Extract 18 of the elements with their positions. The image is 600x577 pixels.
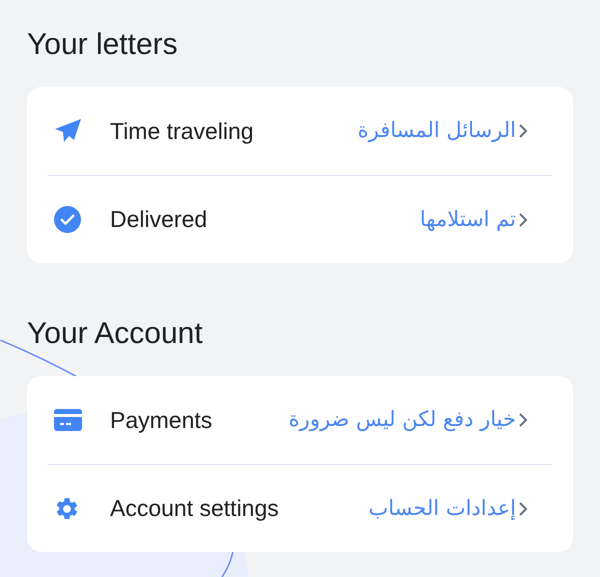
- paper-plane-icon: [54, 118, 82, 144]
- section-heading: Your Account: [27, 316, 204, 352]
- item-value: الرسائل المسافرة: [358, 117, 516, 144]
- credit-card-icon: [54, 409, 82, 431]
- check-circle-icon: [54, 206, 81, 233]
- chevron-right-icon: [518, 500, 528, 516]
- item-label: Account settings: [110, 494, 279, 524]
- settings-icon: [54, 496, 80, 522]
- section-heading: Your letters: [27, 27, 179, 63]
- chevron-right-icon: [518, 123, 528, 139]
- item-label: Delivered: [110, 205, 208, 234]
- item-label: Time traveling: [110, 116, 254, 146]
- item-value: تم استلامها: [420, 206, 516, 234]
- item-label: Payments: [110, 406, 212, 435]
- chevron-right-icon: [518, 412, 528, 428]
- chevron-right-icon: [518, 212, 528, 228]
- item-value: خيار دفع لكن ليس ضرورة: [288, 406, 516, 434]
- item-value: إعدادات الحساب: [368, 494, 516, 522]
